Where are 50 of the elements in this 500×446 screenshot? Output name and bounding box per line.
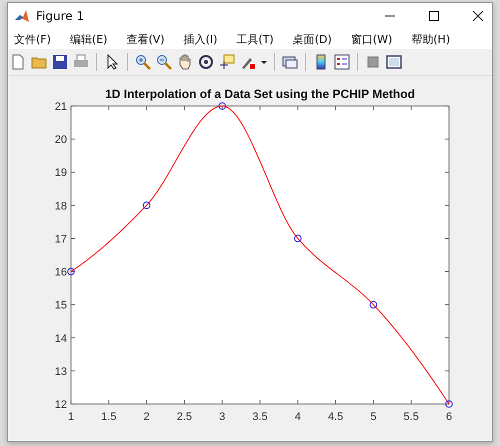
data-point-marker [218, 102, 226, 110]
menu-item[interactable]: 桌面(D) [292, 32, 332, 46]
x-tick-label: 5 [370, 411, 376, 423]
y-tick-label: 17 [54, 233, 67, 246]
zoom-in-icon[interactable] [135, 54, 151, 70]
app-icon [14, 8, 30, 24]
x-tick-label: 2 [144, 411, 150, 423]
x-tick-label: 3.5 [252, 411, 268, 423]
x-tick-label: 4 [294, 411, 301, 423]
menu-item[interactable]: 工具(T) [236, 32, 274, 46]
close-icon[interactable] [472, 10, 484, 22]
x-tick-label: 3 [219, 411, 226, 423]
save-icon[interactable] [52, 54, 68, 70]
window-title: Figure 1 [36, 9, 84, 23]
y-tick-label: 13 [54, 366, 67, 378]
y-tick-label: 19 [54, 167, 67, 180]
chart-title: 1D Interpolation of a Data Set using the PCHIP Method [105, 87, 415, 101]
x-tick-label: 4.5 [328, 411, 344, 423]
y-tick-label: 14 [54, 332, 67, 345]
data-point-marker [67, 268, 75, 276]
menu-item[interactable]: 编辑(E) [70, 32, 108, 46]
x-tick-label: 6 [446, 411, 452, 423]
maximize-icon[interactable] [428, 10, 440, 22]
new-file-icon[interactable] [10, 54, 26, 70]
y-tick-label: 18 [54, 200, 67, 212]
menu-item[interactable]: 查看(V) [126, 32, 165, 46]
zoom-out-icon[interactable] [156, 54, 172, 70]
data-point-marker [370, 300, 378, 308]
data-point-marker [294, 234, 302, 242]
menu-item[interactable]: 文件(F) [14, 32, 51, 46]
data-point-marker [142, 202, 150, 210]
show-tools-icon[interactable] [386, 54, 402, 70]
y-tick-label: 16 [54, 266, 67, 279]
data-cursor-icon[interactable] [219, 54, 235, 70]
print-icon[interactable] [73, 54, 89, 70]
menu-item[interactable]: 窗口(W) [350, 32, 392, 46]
menu-item[interactable]: 帮助(H) [411, 32, 450, 46]
data-point-marker [445, 400, 453, 408]
y-tick-label: 12 [54, 399, 67, 411]
y-tick-label: 21 [54, 101, 67, 113]
menu-item[interactable]: 插入(I) [184, 32, 218, 46]
legend-icon[interactable] [334, 54, 350, 70]
y-tick-label: 15 [54, 300, 67, 312]
hide-tools-icon[interactable] [365, 54, 381, 70]
hand-icon[interactable] [177, 54, 193, 70]
x-tick-label: 5.5 [404, 411, 419, 423]
x-tick-label: 1.5 [101, 411, 116, 423]
y-tick-label: 20 [54, 134, 67, 146]
x-tick-label: 1 [68, 411, 74, 423]
x-tick-label: 2.5 [176, 411, 192, 423]
